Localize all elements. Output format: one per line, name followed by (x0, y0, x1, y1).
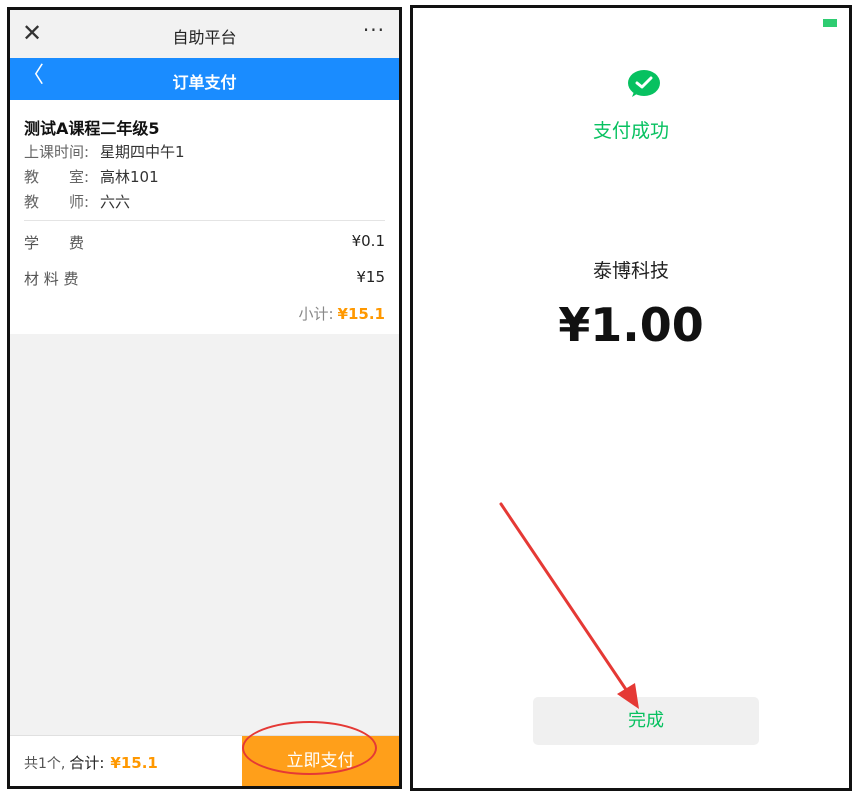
page-title: 订单支付 (172, 73, 237, 92)
class-time-value: 星期四中午1 (100, 143, 185, 161)
fee-row-materials: 材 料 费 ¥15 (24, 268, 385, 289)
fee-row-tuition: 学 费 ¥0.1 (24, 232, 385, 253)
total-value: ¥15.1 (110, 754, 158, 772)
teacher-row: 教 师: 六六 (24, 191, 130, 212)
class-time-row: 上课时间: 星期四中午1 (24, 141, 185, 162)
browser-top-bar: ✕ 自助平台 ··· (10, 10, 399, 59)
order-summary: 共1个, 合计: ¥15.1 (24, 752, 158, 773)
more-icon[interactable]: ··· (363, 18, 385, 42)
teacher-label: 教 师: (24, 193, 90, 211)
annotation-arrow (499, 502, 639, 709)
course-name: 测试A课程二年级5 (24, 119, 160, 138)
order-card: 测试A课程二年级5 上课时间: 星期四中午1 教 室: 高林101 教 师: 六六 学… (10, 100, 399, 334)
classroom-value: 高林101 (100, 168, 159, 186)
platform-title: 自助平台 (172, 28, 237, 47)
order-payment-screen: ✕ 自助平台 ··· 〈 订单支付 测试A课程二年级5 上课时间: 星期四中午1 … (7, 7, 402, 789)
subtotal-value: ¥15.1 (337, 305, 385, 323)
fee-label: 学 费 (24, 234, 85, 252)
classroom-label: 教 室: (24, 168, 90, 186)
fee-amount: ¥15 (356, 268, 385, 286)
classroom-row: 教 室: 高林101 (24, 166, 159, 187)
total-label: 合计: (69, 754, 105, 772)
annotation-circle (242, 721, 377, 775)
fee-label: 材 料 费 (24, 270, 79, 288)
teacher-value: 六六 (100, 193, 131, 211)
class-time-label: 上课时间: (24, 143, 90, 161)
payment-success-screen: 支付成功 泰博科技 ¥1.00 完成 (410, 5, 852, 791)
divider (24, 220, 385, 221)
fee-amount: ¥0.1 (351, 232, 385, 250)
page-header: 〈 订单支付 (10, 58, 399, 100)
item-count: 共1个, (24, 756, 66, 772)
subtotal: 小计: ¥15.1 (298, 303, 385, 324)
subtotal-label: 小计: (298, 305, 334, 323)
